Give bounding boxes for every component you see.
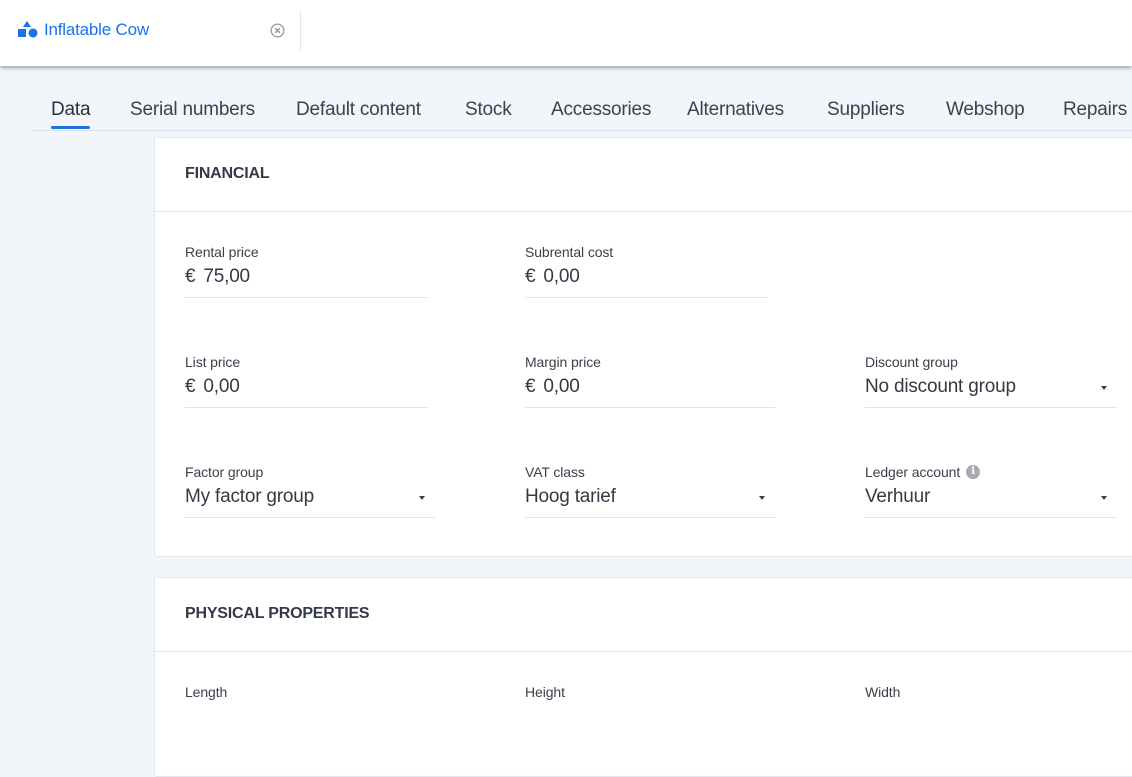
chevron-down-icon[interactable] (1101, 496, 1107, 500)
physical-properties-card: PHYSICAL PROPERTIES Length Height Width (154, 577, 1132, 777)
length-label: Length (185, 684, 228, 700)
currency-symbol: € (525, 376, 536, 397)
currency-symbol: € (185, 266, 196, 287)
margin-price-value: 0,00 (543, 376, 580, 397)
financial-card: FINANCIAL Rental price €75,00 Subrental … (154, 137, 1132, 557)
height-field[interactable]: Height (525, 684, 768, 700)
factor-group-field[interactable]: Factor group My factor group (185, 464, 435, 518)
rental-price-input[interactable]: €75,00 (185, 266, 428, 288)
tab-webshop[interactable]: Webshop (946, 99, 1025, 121)
field-underline (865, 517, 1117, 518)
field-underline (185, 297, 428, 298)
chevron-down-icon[interactable] (419, 496, 425, 500)
document-title: Inflatable Cow (44, 20, 149, 39)
tab-alternatives[interactable]: Alternatives (687, 99, 784, 121)
ledger-account-label-row: Ledger account i (865, 464, 1117, 480)
list-price-label: List price (185, 354, 241, 370)
tab-bar: Data Serial numbers Default content Stoc… (31, 66, 1132, 131)
field-underline (525, 407, 775, 408)
list-price-input[interactable]: €0,00 (185, 376, 428, 398)
list-price-field[interactable]: List price €0,00 (185, 354, 428, 408)
field-underline (525, 297, 768, 298)
rental-price-value: 75,00 (203, 266, 250, 287)
rental-price-label: Rental price (185, 244, 259, 260)
shapes-icon (18, 21, 38, 38)
top-bar: Inflatable Cow (0, 0, 1132, 66)
factor-group-label: Factor group (185, 464, 264, 480)
close-icon[interactable] (270, 23, 285, 38)
tab-default-content[interactable]: Default content (296, 99, 421, 121)
subrental-cost-input[interactable]: €0,00 (525, 266, 768, 288)
factor-group-select[interactable]: My factor group (185, 486, 435, 508)
currency-symbol: € (185, 376, 196, 397)
tab-serial-numbers[interactable]: Serial numbers (130, 99, 255, 121)
field-underline (525, 517, 775, 518)
financial-header: FINANCIAL (155, 138, 1132, 212)
field-underline (185, 407, 428, 408)
subrental-cost-field[interactable]: Subrental cost €0,00 (525, 244, 768, 298)
margin-price-field[interactable]: Margin price €0,00 (525, 354, 775, 408)
physical-title: PHYSICAL PROPERTIES (185, 605, 370, 622)
tab-stock[interactable]: Stock (465, 99, 512, 121)
rental-price-field[interactable]: Rental price €75,00 (185, 244, 428, 298)
discount-group-select[interactable]: No discount group (865, 376, 1117, 398)
tab-repairs[interactable]: Repairs (1063, 99, 1127, 121)
financial-title: FINANCIAL (185, 165, 270, 182)
physical-header: PHYSICAL PROPERTIES (155, 578, 1132, 652)
tab-suppliers[interactable]: Suppliers (827, 99, 905, 121)
discount-group-label: Discount group (865, 354, 958, 370)
info-icon[interactable]: i (966, 465, 981, 479)
document-tab[interactable]: Inflatable Cow (0, 0, 300, 66)
ledger-account-label: Ledger account (865, 464, 961, 480)
vat-class-select[interactable]: Hoog tarief (525, 486, 775, 508)
vat-class-label: VAT class (525, 464, 585, 480)
length-field[interactable]: Length (185, 684, 428, 700)
tab-data[interactable]: Data (51, 99, 91, 121)
list-price-value: 0,00 (203, 376, 240, 397)
active-tab-indicator (51, 126, 90, 129)
subrental-cost-value: 0,00 (543, 266, 580, 287)
tab-accessories[interactable]: Accessories (551, 99, 651, 121)
chevron-down-icon[interactable] (1101, 386, 1107, 390)
height-label: Height (525, 684, 565, 700)
margin-price-input[interactable]: €0,00 (525, 376, 775, 398)
chevron-down-icon[interactable] (759, 496, 765, 500)
tab-divider (300, 10, 301, 51)
margin-price-label: Margin price (525, 354, 601, 370)
vat-class-field[interactable]: VAT class Hoog tarief (525, 464, 775, 518)
field-underline (185, 517, 435, 518)
currency-symbol: € (525, 266, 536, 287)
discount-group-field[interactable]: Discount group No discount group (865, 354, 1117, 408)
ledger-account-field[interactable]: Ledger account i Verhuur (865, 464, 1117, 518)
subrental-cost-label: Subrental cost (525, 244, 614, 260)
field-underline (865, 407, 1117, 408)
width-label: Width (865, 684, 901, 700)
width-field[interactable]: Width (865, 684, 1108, 700)
ledger-account-select[interactable]: Verhuur (865, 486, 1117, 508)
